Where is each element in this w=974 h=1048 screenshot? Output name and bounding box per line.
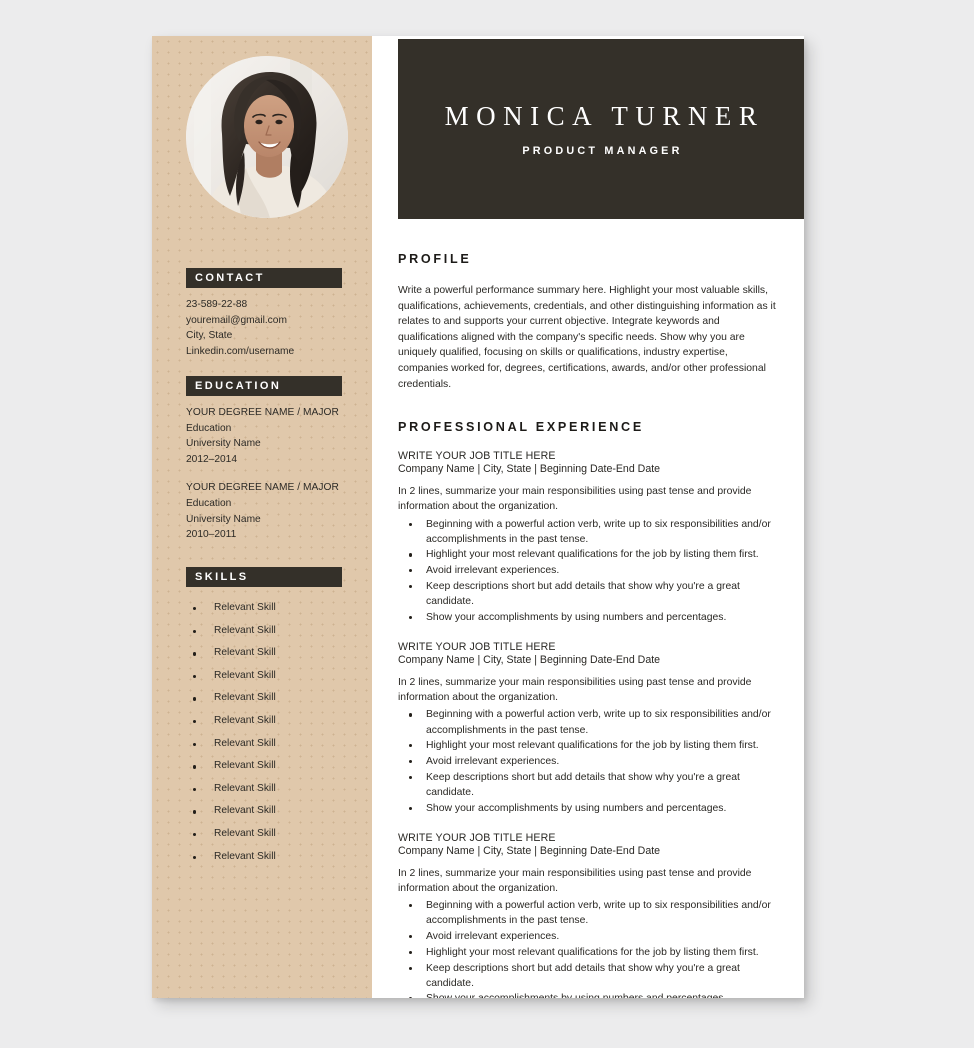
job-bullet-list: Beginning with a powerful action verb, w… xyxy=(398,898,778,998)
list-item: Relevant Skill xyxy=(186,755,342,778)
education-school: University Name xyxy=(186,438,261,450)
list-item: Relevant Skill xyxy=(186,800,342,823)
contact-details: 23-589-22-88 youremail@gmail.com City, S… xyxy=(186,297,361,359)
list-item: Relevant Skill xyxy=(186,687,342,710)
contact-linkedin[interactable]: Linkedin.com/username xyxy=(186,344,361,360)
job-meta: Company Name | City, State | Beginning D… xyxy=(398,463,661,476)
education-years: 2010–2011 xyxy=(186,529,237,541)
experience-heading: PROFESSIONAL EXPERIENCE xyxy=(398,420,644,435)
list-item: Beginning with a powerful action verb, w… xyxy=(398,898,778,928)
list-item: Highlight your most relevant qualificati… xyxy=(398,547,778,562)
education-level: Education xyxy=(186,497,232,509)
list-item: Avoid irrelevant experiences. xyxy=(398,754,778,769)
list-item: Keep descriptions short but add details … xyxy=(398,579,778,609)
education-heading: EDUCATION xyxy=(186,376,342,396)
list-item: Relevant Skill xyxy=(186,733,342,756)
job-summary: In 2 lines, summarize your main responsi… xyxy=(398,486,752,513)
resume-document: CONTACT 23-589-22-88 youremail@gmail.com… xyxy=(152,36,804,998)
education-degree: YOUR DEGREE NAME / MAJOR xyxy=(186,482,339,494)
education-list: YOUR DEGREE NAME / MAJOR Education Unive… xyxy=(186,405,361,543)
list-item: Show your accomplishments by using numbe… xyxy=(398,801,778,816)
main-content: PROFILE Write a powerful performance sum… xyxy=(398,252,778,998)
job-summary: In 2 lines, summarize your main responsi… xyxy=(398,676,752,704)
job-meta: Company Name | City, State | Beginning D… xyxy=(398,844,661,857)
job-summary: In 2 lines, summarize your main responsi… xyxy=(398,867,752,895)
job-meta: Company Name | City, State | Beginning D… xyxy=(398,653,661,666)
education-entry: YOUR DEGREE NAME / MAJOR Education Unive… xyxy=(186,480,361,542)
job-title: WRITE YOUR JOB TITLE HERE xyxy=(398,640,556,653)
education-years: 2012–2014 xyxy=(186,453,237,465)
education-section: EDUCATION YOUR DEGREE NAME / MAJOR Educa… xyxy=(186,376,342,543)
sidebar: CONTACT 23-589-22-88 youremail@gmail.com… xyxy=(152,36,372,998)
list-item: Keep descriptions short but add details … xyxy=(398,770,778,800)
list-item: Relevant Skill xyxy=(186,823,342,846)
list-item: Relevant Skill xyxy=(186,620,342,643)
experience-entry: WRITE YOUR JOB TITLE HERE Company Name |… xyxy=(398,641,778,816)
contact-email[interactable]: youremail@gmail.com xyxy=(186,313,361,329)
job-title: WRITE YOUR JOB TITLE HERE xyxy=(398,450,556,463)
list-item: Avoid irrelevant experiences. xyxy=(398,929,778,944)
portrait-photo-icon xyxy=(186,56,348,218)
list-item: Beginning with a powerful action verb, w… xyxy=(398,517,778,547)
education-level: Education xyxy=(186,422,232,434)
list-item: Show your accomplishments by using numbe… xyxy=(398,991,778,998)
name-header-band: MONICA TURNER PRODUCT MANAGER xyxy=(398,39,804,219)
profile-heading: PROFILE xyxy=(398,252,472,266)
list-item: Highlight your most relevant qualificati… xyxy=(398,738,778,753)
education-school: University Name xyxy=(186,513,261,525)
contact-location: City, State xyxy=(186,330,233,342)
job-bullet-list: Beginning with a powerful action verb, w… xyxy=(398,517,778,625)
list-item: Relevant Skill xyxy=(186,597,342,620)
job-role-subtitle: PRODUCT MANAGER xyxy=(522,145,683,157)
skills-section: SKILLS Relevant Skill Relevant Skill Rel… xyxy=(186,567,342,868)
contact-section: CONTACT 23-589-22-88 youremail@gmail.com… xyxy=(186,268,342,359)
experience-entry: WRITE YOUR JOB TITLE HERE Company Name |… xyxy=(398,450,778,625)
page-title: MONICA TURNER xyxy=(444,101,765,131)
list-item: Keep descriptions short but add details … xyxy=(398,961,778,991)
education-degree: YOUR DEGREE NAME / MAJOR xyxy=(186,407,339,418)
main-column: MONICA TURNER PRODUCT MANAGER PROFILE Wr… xyxy=(372,36,804,998)
education-entry: YOUR DEGREE NAME / MAJOR Education Unive… xyxy=(186,405,361,467)
skills-list: Relevant Skill Relevant Skill Relevant S… xyxy=(186,597,342,868)
list-item: Relevant Skill xyxy=(186,710,342,733)
list-item: Beginning with a powerful action verb, w… xyxy=(398,707,778,737)
list-item: Relevant Skill xyxy=(186,846,342,869)
list-item: Relevant Skill xyxy=(186,665,342,688)
contact-heading: CONTACT xyxy=(186,268,342,288)
job-title: WRITE YOUR JOB TITLE HERE xyxy=(398,831,556,844)
contact-phone[interactable]: 23-589-22-88 xyxy=(186,297,361,313)
list-item: Avoid irrelevant experiences. xyxy=(398,563,778,578)
list-item: Relevant Skill xyxy=(186,778,342,801)
avatar xyxy=(186,56,348,218)
list-item: Relevant Skill xyxy=(186,642,342,665)
skills-heading: SKILLS xyxy=(186,567,342,587)
profile-text: Write a powerful performance summary her… xyxy=(398,285,776,390)
list-item: Highlight your most relevant qualificati… xyxy=(398,945,778,960)
list-item: Show your accomplishments by using numbe… xyxy=(398,610,778,625)
job-bullet-list: Beginning with a powerful action verb, w… xyxy=(398,707,778,815)
experience-entry: WRITE YOUR JOB TITLE HERE Company Name |… xyxy=(398,832,778,998)
